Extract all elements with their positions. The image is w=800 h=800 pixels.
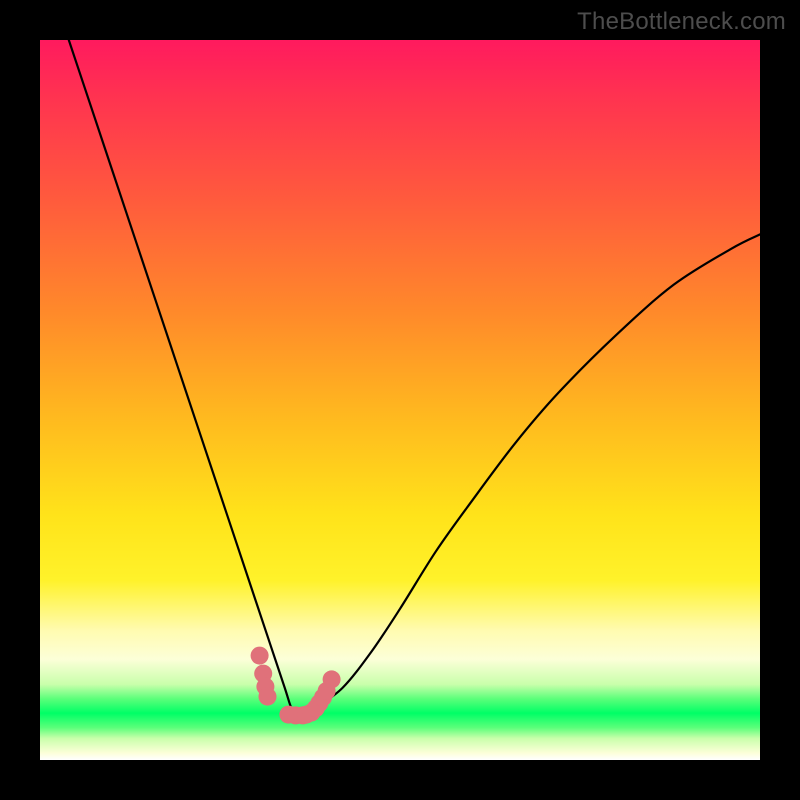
highlight-dots — [251, 647, 341, 725]
highlight-dot — [251, 647, 269, 665]
watermark-text: TheBottleneck.com — [577, 8, 786, 36]
bottleneck-curve — [69, 40, 760, 718]
highlight-dot — [259, 688, 277, 706]
highlight-dot — [323, 670, 341, 688]
chart-frame: TheBottleneck.com — [0, 0, 800, 800]
curve-layer — [40, 40, 760, 760]
plot-area — [40, 40, 760, 760]
